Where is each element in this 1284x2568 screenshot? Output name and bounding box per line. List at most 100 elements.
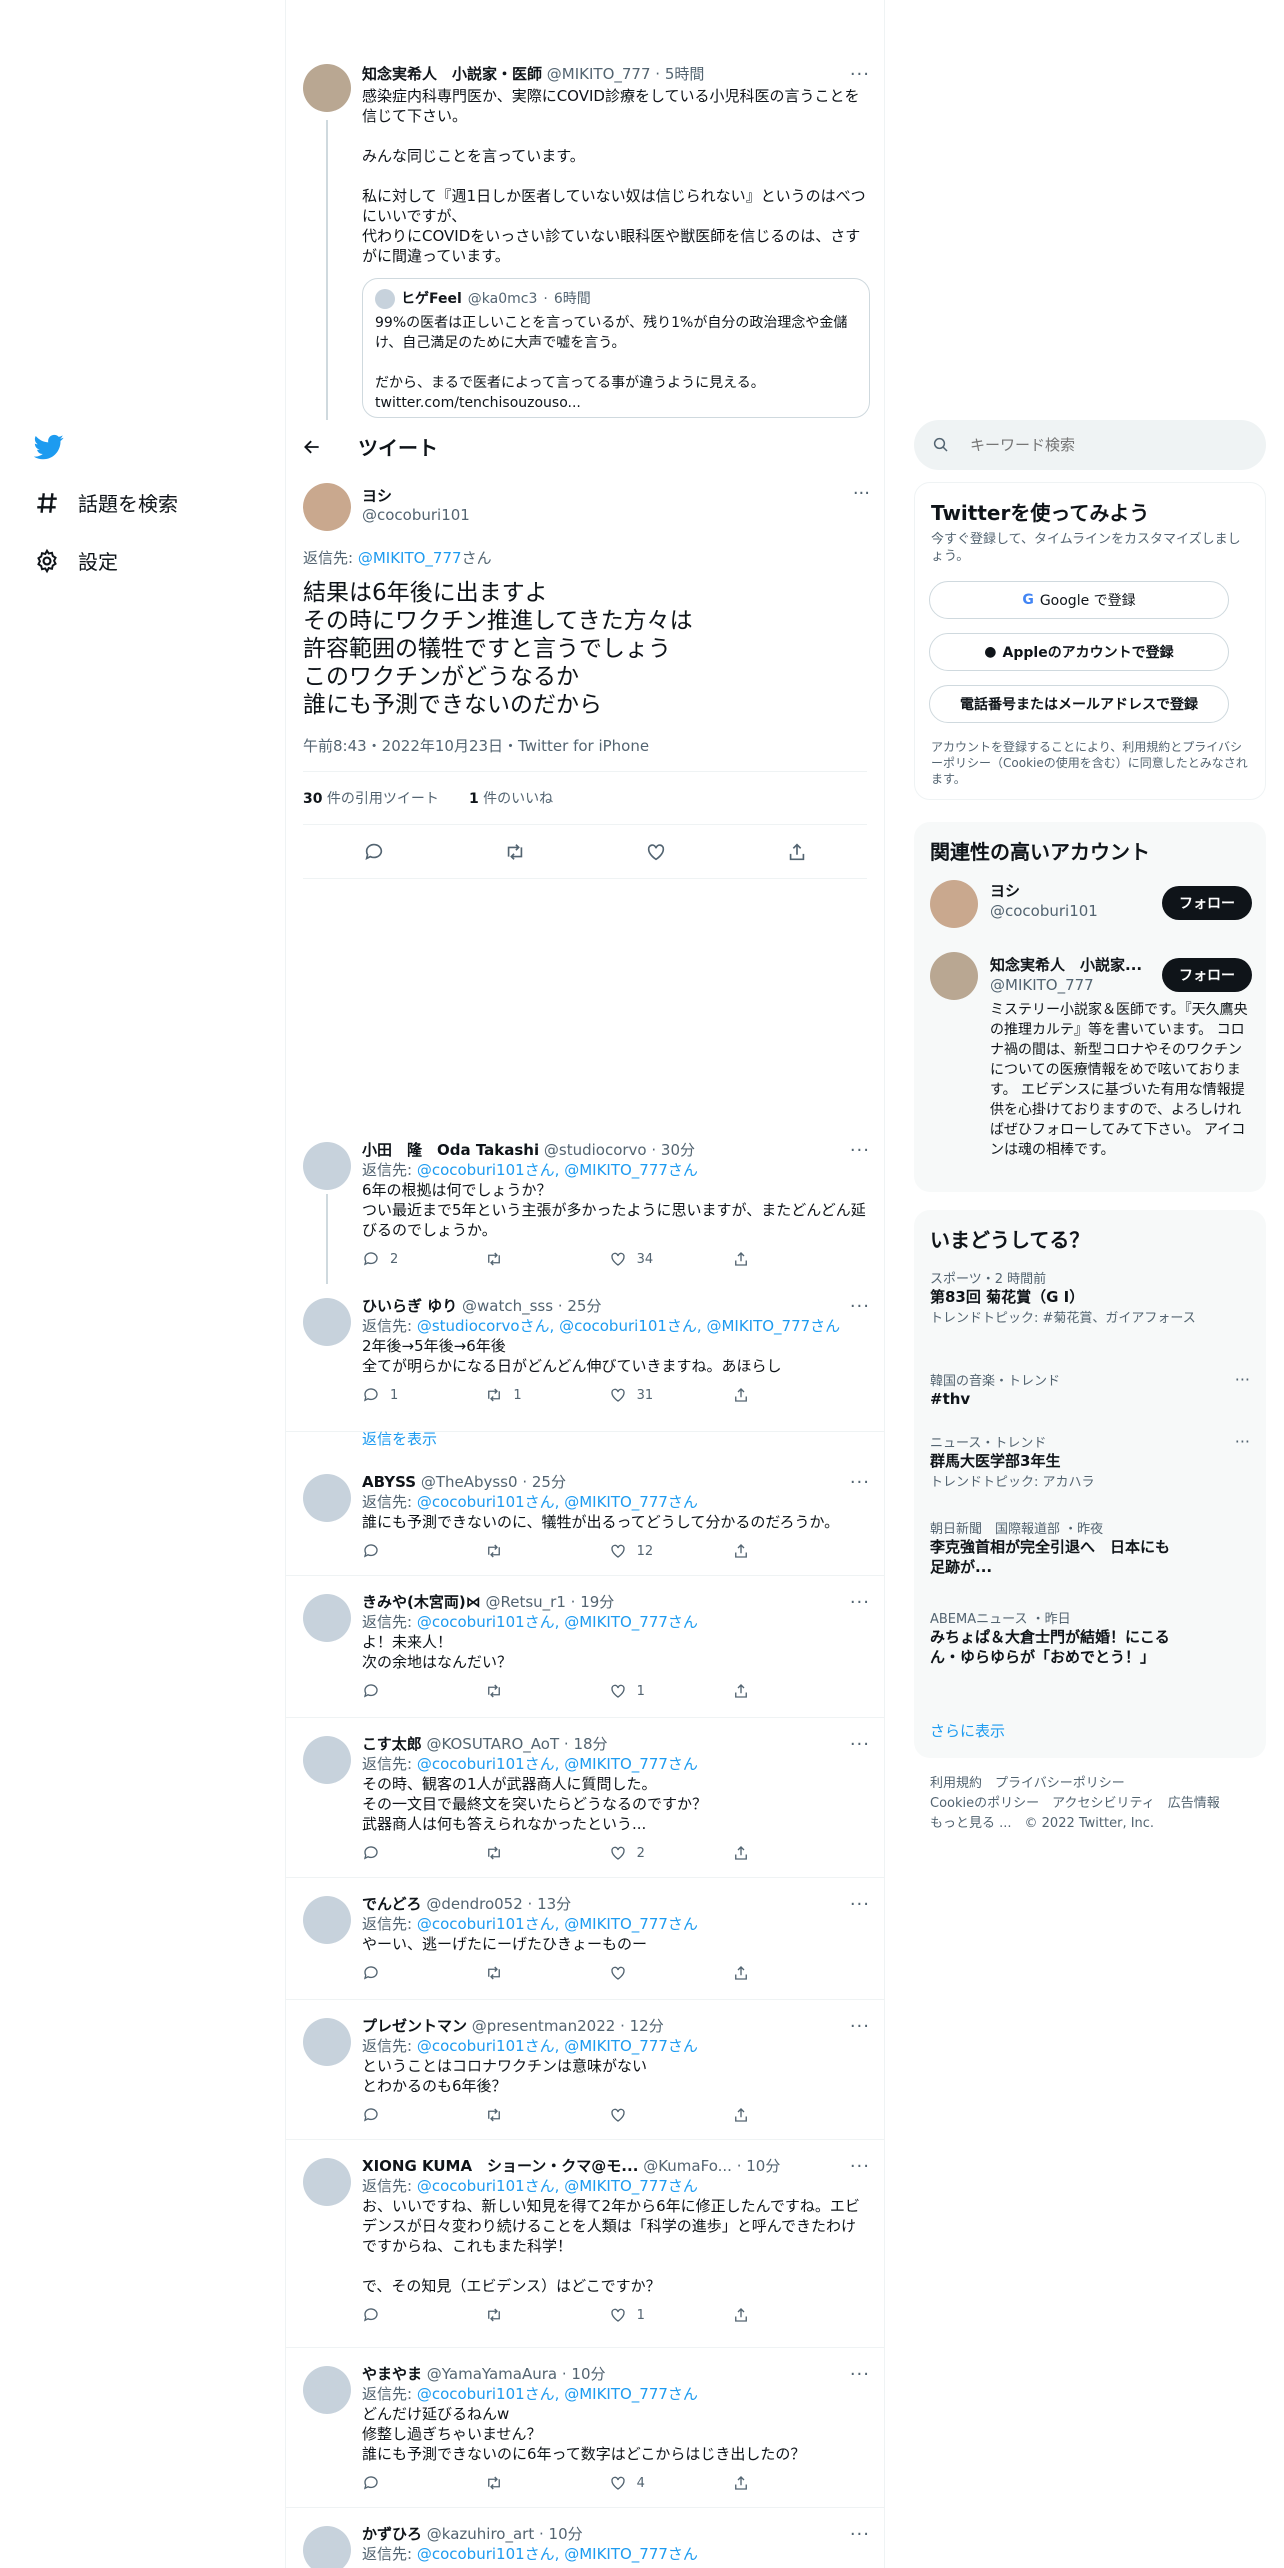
author-name[interactable]: こす太郎 (362, 1735, 422, 1753)
reply-to-links[interactable]: @cocoburi101さん, @MIKITO_777さん (417, 2545, 698, 2563)
share-button[interactable] (732, 2306, 792, 2324)
author-name[interactable]: 小田 隆 Oda Takashi (362, 1141, 539, 1159)
account-handle[interactable]: @MIKITO_777 (990, 976, 1094, 994)
reply-tweet[interactable]: ··· こす太郎 @KOSUTARO_AoT · 18分 返信先: @cocobur… (286, 1720, 884, 1878)
reply-tweet[interactable]: ··· プレゼントマン @presentman2022 · 12分 返信先: @co… (286, 2002, 884, 2140)
retweet-button[interactable] (485, 2306, 545, 2324)
apple-signup-button[interactable]: ● Appleのアカウントで登録 (929, 633, 1229, 671)
avatar[interactable] (303, 2526, 351, 2568)
tweet-time[interactable]: 13分 (537, 1895, 571, 1913)
account-name[interactable]: ヨシ (990, 880, 1020, 901)
news-item[interactable]: 朝日新聞 国際報道部 ・昨夜 李克強首相が完全引退へ 日本にも足跡が... (930, 1518, 1250, 1577)
author-handle[interactable]: @presentman2022 (472, 2017, 616, 2035)
share-button[interactable] (732, 2106, 792, 2124)
share-button[interactable] (732, 1250, 792, 1268)
author-name[interactable]: ひいらぎ ゆり (362, 1297, 457, 1315)
reply-to-link[interactable]: @MIKITO_777 (358, 549, 462, 567)
reply-tweet[interactable]: ··· かずひろ @kazuhiro_art · 10分 返信先: @cocobur… (286, 2510, 884, 2568)
avatar[interactable] (303, 483, 351, 531)
like-icon[interactable] (645, 841, 667, 863)
tweet-timestamp[interactable]: 午前8:43・2022年10月23日・Twitter for iPhone (303, 735, 649, 756)
share-icon[interactable] (786, 841, 808, 863)
avatar[interactable] (303, 1736, 351, 1784)
search-bar[interactable] (914, 420, 1266, 470)
avatar[interactable] (303, 1594, 351, 1642)
avatar[interactable] (930, 952, 978, 1000)
author-handle[interactable]: @KumaFo... (643, 2157, 732, 2175)
author-handle[interactable]: @kazuhiro_art (427, 2525, 534, 2543)
author-name[interactable]: やまやま (362, 2365, 422, 2383)
quote-count-link[interactable]: 30 件の引用ツイート (303, 788, 439, 808)
retweet-button[interactable] (485, 2474, 545, 2492)
author-name[interactable]: でんどろ (362, 1895, 422, 1913)
tweet-time[interactable]: 19分 (580, 1593, 614, 1611)
reply-to-links[interactable]: @cocoburi101さん, @MIKITO_777さん (417, 2177, 698, 2195)
author-handle[interactable]: @watch_sss (462, 1297, 553, 1315)
reply-button[interactable] (362, 1844, 422, 1862)
reply-to-links[interactable]: @studiocorvoさん, @cocoburi101さん, @MIKITO_… (417, 1317, 840, 1335)
retweet-button[interactable] (485, 1250, 545, 1268)
footer-line[interactable]: 利用規約 プライバシーポリシー (930, 1774, 1220, 1794)
author-name[interactable]: ABYSS (362, 1473, 416, 1491)
reply-button[interactable] (362, 2474, 422, 2492)
trend-item[interactable]: 韓国の音楽・トレンド #thv ··· (930, 1370, 1250, 1409)
reply-button[interactable] (362, 2106, 422, 2124)
retweet-button[interactable] (485, 1682, 545, 1700)
reply-button[interactable] (362, 1542, 422, 1560)
reply-icon[interactable] (363, 841, 385, 863)
share-button[interactable] (732, 2474, 792, 2492)
author-handle[interactable]: @MIKITO_777 (547, 65, 651, 83)
avatar[interactable] (303, 1474, 351, 1522)
reply-button[interactable]: 2 (362, 1250, 422, 1268)
like-button[interactable]: 1 (609, 1682, 669, 1700)
show-more-link[interactable]: さらに表示 (930, 1720, 1005, 1741)
tweet-time[interactable]: 12分 (630, 2017, 664, 2035)
avatar[interactable] (303, 2366, 351, 2414)
like-button[interactable]: 1 (609, 2306, 669, 2324)
news-item[interactable]: ABEMAニュース ・昨日 みちょぱ＆大倉士門が結婚！にこるん・ゆらゆらが「おめ… (930, 1608, 1250, 1667)
reply-tweet[interactable]: ··· XIONG KUMA ショーン・クマ@モ... @KumaFo... · … (286, 2142, 884, 2348)
avatar[interactable] (303, 1142, 351, 1190)
retweet-button[interactable] (485, 1844, 545, 1862)
like-button[interactable]: 34 (609, 1250, 669, 1268)
author-handle[interactable]: @Retsu_r1 (486, 1593, 566, 1611)
like-count-link[interactable]: 1 件のいいね (469, 788, 553, 808)
avatar[interactable] (303, 1298, 351, 1346)
back-arrow-icon[interactable] (302, 437, 322, 457)
reply-tweet[interactable]: ··· きみや(木宮両)⋈ @Retsu_r1 · 19分 返信先: @cocobu… (286, 1578, 884, 1718)
reply-tweet[interactable]: ··· やまやま @YamaYamaAura · 10分 返信先: @cocobur… (286, 2350, 884, 2508)
reply-to-links[interactable]: @cocoburi101さん, @MIKITO_777さん (417, 2037, 698, 2055)
author-handle[interactable]: @dendro052 (426, 1895, 522, 1913)
reply-to-links[interactable]: @cocoburi101さん, @MIKITO_777さん (417, 1755, 698, 1773)
reply-to-links[interactable]: @cocoburi101さん, @MIKITO_777さん (417, 1161, 698, 1179)
more-icon[interactable]: ··· (1235, 1370, 1250, 1389)
like-button[interactable]: 2 (609, 1844, 669, 1862)
tweet-time[interactable]: 10分 (746, 2157, 780, 2175)
more-icon[interactable]: ··· (853, 483, 870, 504)
avatar[interactable] (303, 64, 351, 112)
twitter-logo-icon[interactable] (34, 432, 64, 462)
reply-to-links[interactable]: @cocoburi101さん, @MIKITO_777さん (417, 1915, 698, 1933)
tweet-time[interactable]: 25分 (532, 1473, 566, 1491)
retweet-button[interactable] (485, 2106, 545, 2124)
reply-button[interactable]: 1 (362, 1386, 422, 1404)
author-name[interactable]: きみや(木宮両)⋈ (362, 1593, 481, 1611)
account-name[interactable]: 知念実希人 小説家... (990, 954, 1142, 975)
avatar[interactable] (930, 880, 978, 928)
tweet-time[interactable]: 18分 (573, 1735, 607, 1753)
retweet-button[interactable]: 1 (485, 1386, 545, 1404)
author-name[interactable]: かずひろ (362, 2525, 422, 2543)
follow-button[interactable]: フォロー (1162, 958, 1252, 992)
avatar[interactable] (303, 2158, 351, 2206)
like-button[interactable]: 4 (609, 2474, 669, 2492)
follow-button[interactable]: フォロー (1162, 886, 1252, 920)
tweet-time[interactable]: 10分 (571, 2365, 605, 2383)
nav-item-explore[interactable]: 話題を検索 (34, 488, 178, 517)
reply-to-links[interactable]: @cocoburi101さん, @MIKITO_777さん (417, 1493, 698, 1511)
reply-button[interactable] (362, 2306, 422, 2324)
reply-to-links[interactable]: @cocoburi101さん, @MIKITO_777さん (417, 1613, 698, 1631)
avatar[interactable] (303, 2018, 351, 2066)
avatar[interactable] (303, 1896, 351, 1944)
quoted-tweet[interactable]: ヒゲFeel @ka0mc3 · 6時間 99%の医者は正しいことを言っているが… (362, 278, 870, 418)
author-name[interactable]: プレゼントマン (362, 2017, 467, 2035)
